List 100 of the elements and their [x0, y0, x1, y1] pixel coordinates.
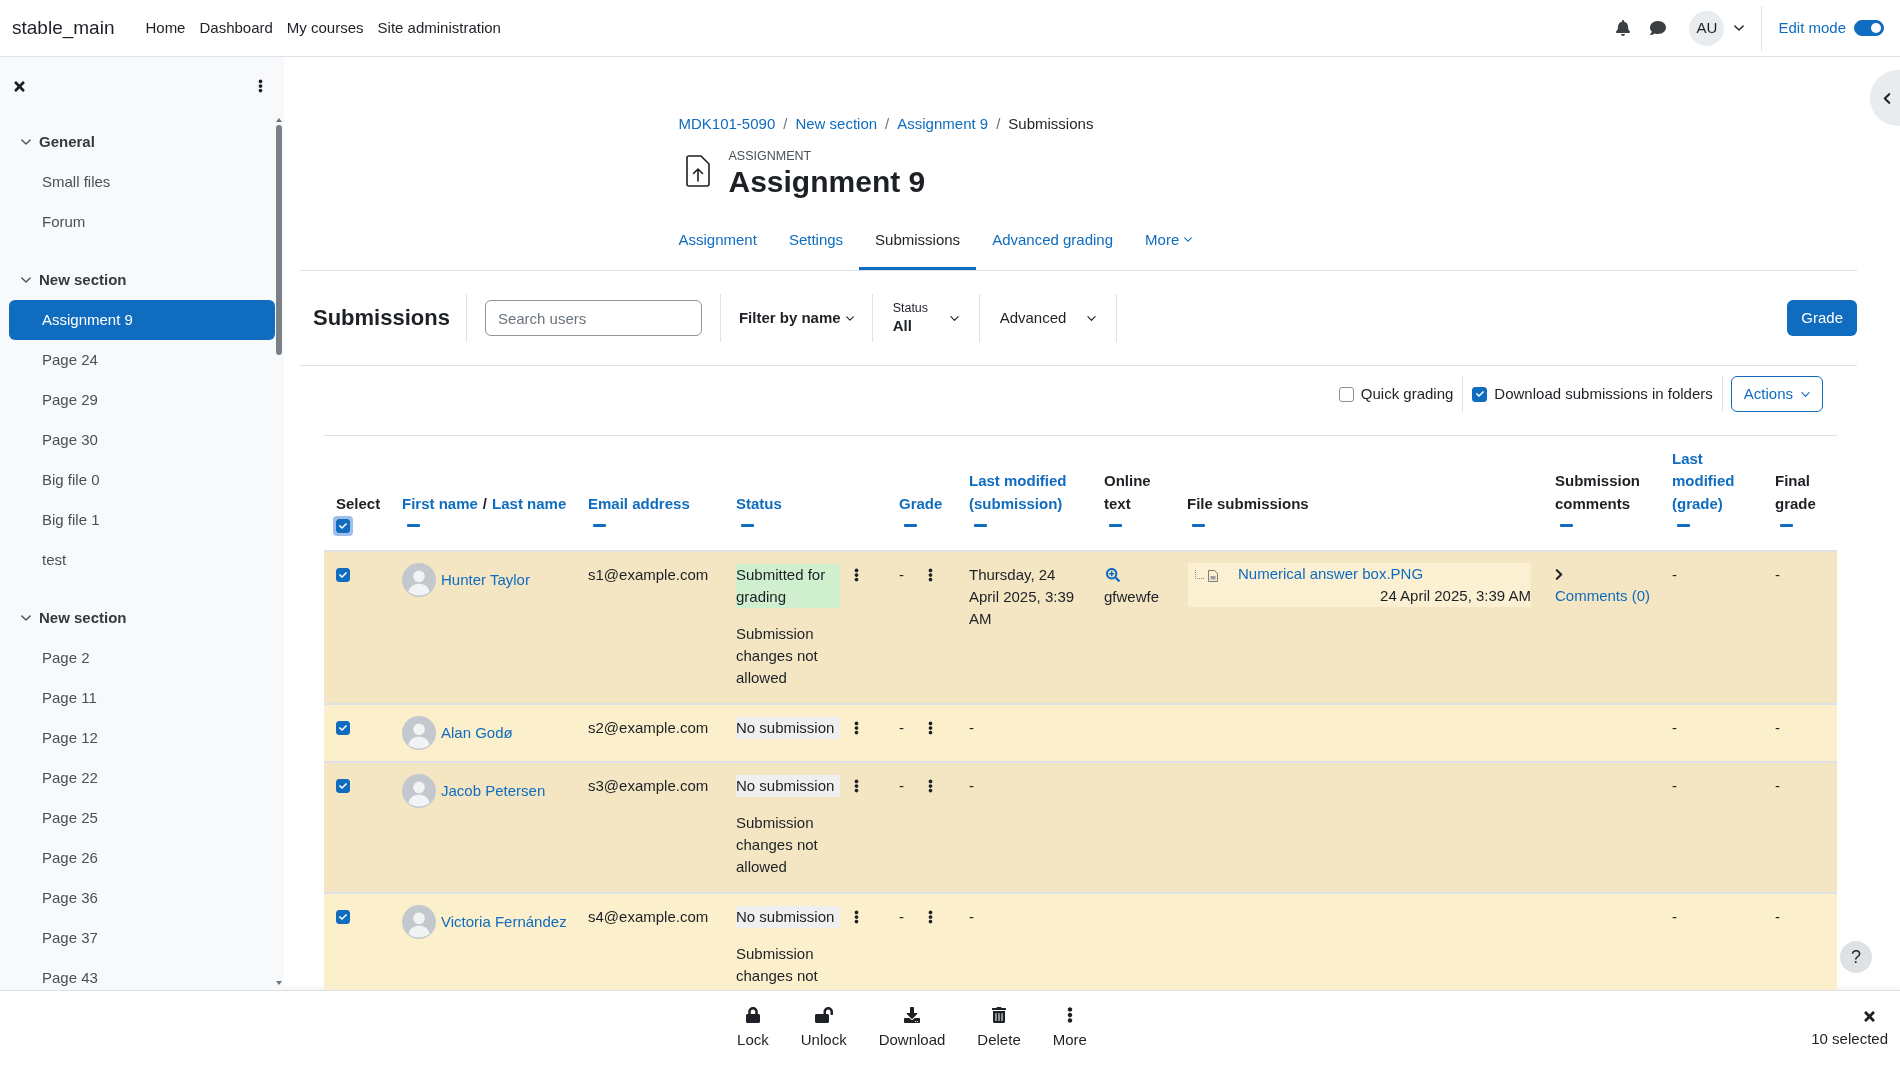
nav-link[interactable]: Home: [138, 16, 193, 40]
column-header[interactable]: Status: [736, 492, 879, 515]
activity-type-label: ASSIGNMENT: [728, 148, 813, 164]
bulk-action-button[interactable]: Unlock: [784, 991, 863, 1065]
kebab-menu-icon[interactable]: [854, 779, 859, 793]
kebab-menu-icon[interactable]: [928, 779, 933, 793]
sidebar-item[interactable]: Forum: [9, 202, 275, 242]
checkbox-label[interactable]: Quick grading: [1360, 382, 1454, 406]
user-initials-avatar[interactable]: AU: [1689, 10, 1725, 46]
final-grade-text: -: [1775, 777, 1780, 794]
checkbox[interactable]: [336, 568, 350, 582]
column-header[interactable]: Last name: [492, 492, 567, 515]
status-filter-button[interactable]: Status All: [892, 300, 959, 336]
person-silhouette-icon: [402, 905, 436, 939]
sidebar-item[interactable]: Page 11: [9, 678, 275, 718]
filter-by-name-button[interactable]: Filter by name: [720, 306, 872, 330]
comments-link[interactable]: Comments (0): [1555, 585, 1651, 607]
section-title[interactable]: New section: [39, 268, 127, 292]
nav-link[interactable]: Dashboard: [192, 16, 280, 40]
student-name-link[interactable]: Jacob Petersen: [441, 780, 546, 802]
nav-link[interactable]: Site administration: [370, 16, 508, 40]
section-title[interactable]: General: [39, 130, 95, 154]
kebab-menu-icon[interactable]: [928, 721, 933, 735]
scroll-down-arrow-icon[interactable]: [276, 981, 282, 985]
zoom-in-icon[interactable]: [1106, 568, 1120, 582]
bulk-action-button[interactable]: More: [1036, 991, 1103, 1065]
site-name[interactable]: stable_main: [12, 16, 115, 40]
kebab-menu-icon[interactable]: [928, 910, 933, 924]
kebab-menu-icon[interactable]: [258, 79, 263, 93]
breadcrumb-link[interactable]: Assignment 9: [897, 113, 989, 136]
nav-link[interactable]: My courses: [279, 16, 371, 40]
help-button[interactable]: ?: [1840, 941, 1872, 973]
grade-button[interactable]: Grade: [1787, 300, 1857, 336]
column-header[interactable]: Last modified (grade): [1672, 447, 1755, 515]
edit-mode-toggle[interactable]: [1854, 20, 1884, 36]
section-title[interactable]: New section: [39, 606, 127, 630]
checkbox[interactable]: [1472, 386, 1488, 402]
bulk-action-button[interactable]: Download: [862, 991, 962, 1065]
checkbox[interactable]: [336, 779, 350, 793]
sidebar-item[interactable]: Page 30: [9, 420, 275, 460]
breadcrumb-link[interactable]: New section: [795, 113, 878, 136]
kebab-menu-icon[interactable]: [854, 568, 859, 582]
sidebar-item[interactable]: Page 22: [9, 758, 275, 798]
column-header[interactable]: First name: [402, 492, 478, 515]
checkbox-label[interactable]: Download submissions in folders: [1494, 382, 1713, 406]
drawer-toggle-button[interactable]: [1870, 70, 1900, 126]
column-header[interactable]: Grade: [899, 492, 949, 515]
tree-connector-icon: [1195, 569, 1205, 579]
sidebar-item[interactable]: Page 36: [9, 878, 275, 918]
tab[interactable]: Submissions: [859, 221, 977, 270]
close-icon[interactable]: [1864, 1009, 1875, 1024]
sidebar-item[interactable]: Assignment 9: [9, 300, 275, 340]
kebab-menu-icon[interactable]: [854, 721, 859, 735]
sidebar-item[interactable]: Page 12: [9, 718, 275, 758]
chevron-down-icon: [1801, 391, 1810, 397]
scrollbar-thumb[interactable]: [276, 125, 282, 355]
bulk-action-button[interactable]: Delete: [961, 991, 1037, 1065]
column-header: Final grade: [1775, 471, 1817, 514]
student-name-link[interactable]: Victoria Fernández: [441, 911, 567, 933]
notification-bell-icon[interactable]: [1616, 20, 1631, 36]
sidebar-item[interactable]: Big file 0: [9, 460, 275, 500]
close-icon[interactable]: [14, 78, 25, 94]
scroll-up-arrow-icon[interactable]: [276, 118, 282, 122]
checkbox[interactable]: [1338, 386, 1354, 402]
tab[interactable]: Assignment: [662, 221, 773, 270]
breadcrumb-link[interactable]: MDK101-5090: [678, 113, 776, 136]
tab[interactable]: Advanced grading: [976, 221, 1130, 270]
checkbox[interactable]: [336, 721, 350, 735]
sidebar-item[interactable]: Page 29: [9, 380, 275, 420]
column-header[interactable]: Email address: [588, 492, 716, 515]
kebab-menu-icon[interactable]: [854, 910, 859, 924]
sidebar-item[interactable]: Small files: [9, 162, 275, 202]
kebab-menu-icon: [1066, 1007, 1073, 1023]
lock-icon: [745, 1007, 760, 1023]
chevron-right-icon[interactable]: [1555, 568, 1563, 581]
chevron-left-icon: [1883, 91, 1891, 105]
final-grade-text: -: [1775, 566, 1780, 583]
sidebar-item[interactable]: Page 37: [9, 918, 275, 958]
sidebar-item[interactable]: Page 43: [9, 958, 275, 990]
column-header[interactable]: Last modified (submission): [969, 470, 1084, 515]
tab[interactable]: More: [1129, 221, 1209, 270]
tab[interactable]: Settings: [772, 221, 860, 270]
checkbox[interactable]: [333, 515, 353, 536]
sidebar-item[interactable]: Page 2: [9, 638, 275, 678]
student-name-link[interactable]: Alan Godø: [441, 722, 513, 744]
student-name-link[interactable]: Hunter Taylor: [441, 569, 530, 591]
kebab-menu-icon[interactable]: [928, 568, 933, 582]
advanced-filter-button[interactable]: Advanced: [999, 306, 1096, 330]
sidebar-item[interactable]: Big file 1: [9, 500, 275, 540]
sidebar-item[interactable]: Page 24: [9, 340, 275, 380]
sidebar-item[interactable]: test: [9, 540, 275, 580]
chat-bubble-icon[interactable]: [1650, 20, 1667, 36]
actions-button[interactable]: Actions: [1730, 376, 1823, 412]
sidebar-item[interactable]: Page 26: [9, 838, 275, 878]
edit-mode-label[interactable]: Edit mode: [1778, 16, 1846, 40]
sidebar-item[interactable]: Page 25: [9, 798, 275, 838]
search-field[interactable]: Search users: [484, 300, 702, 336]
checkbox[interactable]: [336, 910, 350, 924]
bulk-action-button[interactable]: Lock: [721, 991, 785, 1065]
file-link[interactable]: Numerical answer box.PNG: [1238, 563, 1424, 585]
